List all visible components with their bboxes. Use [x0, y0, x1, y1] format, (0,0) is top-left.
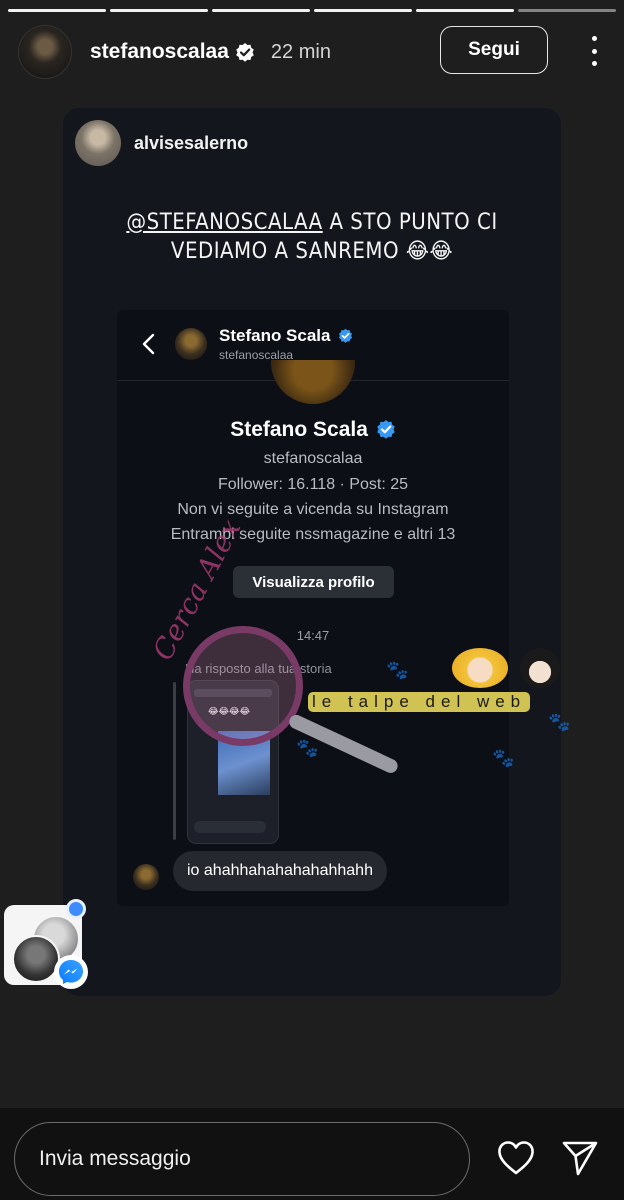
more-options-icon[interactable]: [584, 36, 604, 66]
shared-story-author-avatar[interactable]: [75, 120, 121, 166]
progress-segment: [8, 9, 106, 12]
caption-mention-link[interactable]: @STEFANOSCALAA: [126, 210, 322, 235]
caption-text: A STO PUNTO CI: [322, 210, 498, 235]
story-timestamp: 22 min: [270, 40, 331, 63]
chat-heads-button[interactable]: [4, 899, 88, 989]
dm-contact-avatar: [175, 328, 207, 360]
paw-print-icon: 🐾: [492, 748, 515, 768]
dm-profile-name: Stefano Scala: [117, 418, 509, 442]
follow-button[interactable]: Segui: [440, 26, 548, 74]
unread-indicator-dot: [66, 899, 86, 919]
story-progress-bar: [8, 9, 616, 12]
send-icon[interactable]: [560, 1138, 600, 1178]
dm-profile-handle: stefanoscalaa: [263, 450, 363, 467]
dm-profile-follow-status: Non vi seguite a vicenda su Instagram: [177, 501, 449, 518]
reply-quote-bar: [173, 682, 176, 840]
view-profile-button: Visualizza profilo: [233, 566, 394, 598]
dm-profile-avatar: [271, 360, 355, 404]
watermark-character-icon: [452, 648, 508, 688]
watermark-banner: le talpe del web: [308, 692, 531, 712]
progress-segment: [212, 9, 310, 12]
shared-story-card[interactable]: alvisesalerno @STEFANOSCALAA A STO PUNTO…: [63, 108, 561, 996]
progress-segment: [110, 9, 208, 12]
chat-head-avatar: [12, 935, 60, 983]
paw-print-icon: 🐾: [296, 738, 319, 758]
send-message-input[interactable]: [14, 1122, 470, 1196]
shared-story-caption: @STEFANOSCALAA A STO PUNTO CI VEDIAMO A …: [63, 208, 561, 266]
paw-print-icon: 🐾: [386, 660, 409, 680]
verified-badge-icon: [339, 328, 353, 343]
progress-segment: [314, 9, 412, 12]
progress-segment-current: [518, 9, 616, 12]
caption-text-line2: VEDIAMO A SANREMO 😂😂: [170, 239, 454, 264]
dm-profile-mutuals: Entrambi seguite nssmagazine e altri 13: [170, 526, 456, 543]
paw-print-icon: 🐾: [548, 712, 571, 732]
verified-badge-icon: [376, 420, 395, 439]
progress-segment: [416, 9, 514, 12]
story-author-username[interactable]: stefanoscalaa: [90, 40, 229, 64]
story-author-avatar[interactable]: [18, 25, 72, 79]
back-chevron-icon: [139, 332, 159, 356]
story-reply-bar: [0, 1108, 624, 1200]
verified-badge-icon: [235, 42, 255, 62]
watermark-character-icon: [520, 648, 560, 688]
story-header: stefanoscalaa 22 min Segui: [18, 24, 606, 80]
shared-story-author-username[interactable]: alvisesalerno: [134, 133, 248, 154]
shared-story-header: alvisesalerno: [75, 120, 248, 166]
dm-message-bubble: io ahahhahahahahahhahh: [173, 851, 387, 891]
messenger-icon: [54, 955, 88, 989]
story-view[interactable]: stefanoscalaa 22 min Segui alvisesalerno…: [0, 0, 624, 1108]
dm-profile-stats: Follower: 16.118 · Post: 25: [217, 476, 409, 493]
dm-contact-name: Stefano Scala: [219, 326, 353, 346]
dm-message-avatar: [133, 864, 159, 890]
heart-icon[interactable]: [496, 1140, 536, 1176]
